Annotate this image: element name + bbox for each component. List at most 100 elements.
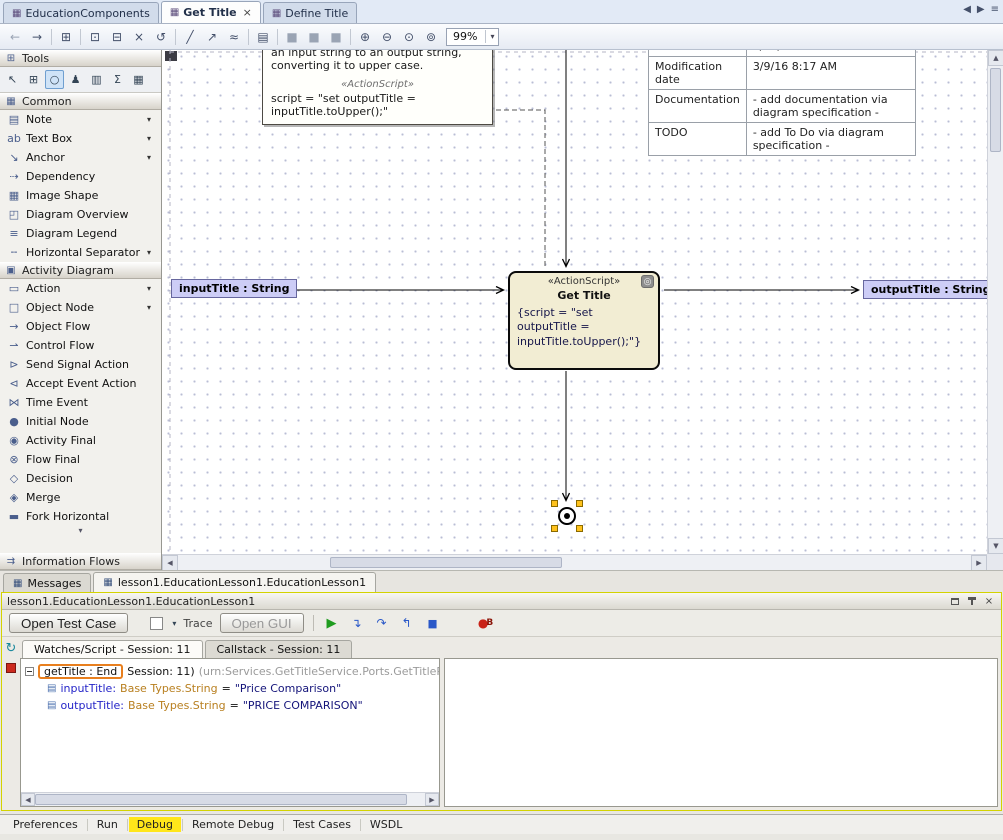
activity-final-node[interactable] [558,507,576,525]
documentation-note[interactable]: an input string to an output string, con… [262,50,493,125]
palette-item-control-flow[interactable]: ⇀Control Flow [0,336,161,355]
draw-arrow-icon[interactable]: ↗ [201,27,223,47]
dropdown-arrow-icon[interactable]: ▾ [147,153,157,162]
auto-refresh-icon[interactable]: ↻ [6,641,17,656]
tab-educationcomponents[interactable]: ▦ EducationComponents [3,2,159,23]
palette-section-tools[interactable]: ⊞ Tools [0,50,161,67]
tab-watches-script[interactable]: Watches/Script - Session: 11 [22,640,203,658]
canvas-horizontal-scrollbar[interactable]: ◀ ▶ [162,554,987,570]
scroll-right-icon[interactable]: ▶ [971,555,987,571]
palette-item-time-event[interactable]: ⋈Time Event [0,393,161,412]
palette-item-accept-event-action[interactable]: ⊲Accept Event Action [0,374,161,393]
dependency-matrix-icon[interactable]: ▤ [252,27,274,47]
palette-item-merge[interactable]: ◈Merge [0,488,161,507]
select-tool[interactable]: ↖ [3,70,22,89]
trace-checkbox[interactable] [150,617,163,630]
palette-item-decision[interactable]: ◇Decision [0,469,161,488]
diagram-canvas[interactable]: an input string to an output string, con… [162,50,987,554]
open-test-case-button[interactable]: Open Test Case [9,613,128,633]
back-icon[interactable]: ← [4,27,26,47]
draw-line-icon[interactable]: ╱ [179,27,201,47]
dropdown-arrow-icon[interactable]: ▾ [147,134,157,143]
statusbar-item-remote-debug[interactable]: Remote Debug [184,817,282,832]
watch-row-outputtitle[interactable]: ▤ outputTitle: Base Types.String = "PRIC… [25,697,435,714]
scroll-tabs-left-icon[interactable]: ◀ [963,4,971,15]
palette-item-activity-final[interactable]: ◉Activity Final [0,431,161,450]
copy-icon[interactable]: ⊡ [84,27,106,47]
scroll-right-icon[interactable]: ▶ [425,793,439,806]
palette-item-fork-horizontal[interactable]: ▬Fork Horizontal [0,507,161,526]
containment-tree-icon[interactable]: ⊞ [55,27,77,47]
palette-item-horizontal-separator[interactable]: ╌Horizontal Separator▾ [0,243,161,262]
palette-item-note[interactable]: ▤Note▾ [0,110,161,129]
statusbar-item-run[interactable]: Run [89,817,126,832]
palette-item-anchor[interactable]: ↘Anchor▾ [0,148,161,167]
canvas-vertical-scrollbar[interactable]: ▲ ▼ [987,50,1003,554]
scroll-tabs-right-icon[interactable]: ▶ [977,4,985,15]
action-node-get-title[interactable]: «ActionScript» ◎ Get Title {script = "se… [508,271,660,370]
output-pin-node[interactable]: outputTitle : String [863,280,987,299]
palette-section-information-flows[interactable]: ⇉ Information Flows [0,553,161,570]
tab-education-lesson[interactable]: ▦ lesson1.EducationLesson1.EducationLess… [93,572,376,592]
highlighted-watch-node[interactable]: getTitle : End [38,664,123,679]
palette-item-object-flow[interactable]: →Object Flow [0,317,161,336]
dropdown-arrow-icon[interactable]: ▾ [147,248,157,257]
watch-row-inputtitle[interactable]: ▤ inputTitle: Base Types.String = "Price… [25,680,435,697]
forward-icon[interactable]: → [26,27,48,47]
open-gui-button[interactable]: Open GUI [220,613,304,633]
dropdown-arrow-icon[interactable]: ▾ [147,284,157,293]
tab-callstack[interactable]: Callstack - Session: 11 [205,640,353,658]
scrollbar-thumb[interactable] [330,557,562,568]
note-anchor-line[interactable] [496,110,545,269]
scroll-down-icon[interactable]: ▼ [988,538,1003,554]
stop-debug-icon[interactable]: ●B [477,613,495,633]
palette-item-initial-node[interactable]: ●Initial Node [0,412,161,431]
step-out-icon[interactable]: ↰ [398,613,416,633]
palette-item-flow-final[interactable]: ⊗Flow Final [0,450,161,469]
palette-item-object-node[interactable]: □Object Node▾ [0,298,161,317]
draw-curve-icon[interactable]: ≈ [223,27,245,47]
zoom-out-icon[interactable]: ⊖ [376,27,398,47]
palette-item-diagram-overview[interactable]: ◰Diagram Overview [0,205,161,224]
pause-icon[interactable]: ▮▮ [423,613,441,633]
close-tab-icon[interactable]: × [243,6,252,19]
resume-icon[interactable]: ▶ [323,613,341,633]
selection-handle[interactable] [551,500,558,507]
statusbar-item-preferences[interactable]: Preferences [5,817,86,832]
chevron-down-icon[interactable]: ▾ [172,619,176,628]
palette-scroll-down-icon[interactable]: ▾ [0,526,161,536]
palette-item-action[interactable]: ▭Action▾ [0,279,161,298]
align-center-icon[interactable]: ■ [303,27,325,47]
palette-item-image-shape[interactable]: ▦Image Shape [0,186,161,205]
oval-tool[interactable]: ○ [45,70,64,89]
selection-handle[interactable] [551,525,558,532]
script-pane[interactable] [444,658,998,807]
watches-pane[interactable]: getTitle : End Session: 11) (urn:Service… [20,658,440,807]
selection-handle[interactable] [576,500,583,507]
diagram-info-table[interactable]: Creation date3/21/07 4:54 PM Modificatio… [648,50,916,156]
palette-section-common[interactable]: ▦ Common [0,93,161,110]
statusbar-item-wsdl[interactable]: WSDL [362,817,410,832]
actor-tool[interactable]: ♟ [66,70,85,89]
palette-item-diagram-legend[interactable]: ≡Diagram Legend [0,224,161,243]
scrollbar-thumb[interactable] [35,794,407,805]
zoom-in-icon[interactable]: ⊕ [354,27,376,47]
zoom-fit-icon[interactable]: ⊙ [398,27,420,47]
step-into-icon[interactable]: ↴ [348,613,366,633]
dock-title-bar[interactable]: lesson1.EducationLesson1.EducationLesson… [2,593,1001,610]
selection-handle[interactable] [576,525,583,532]
chevron-down-icon[interactable]: ▾ [485,30,496,43]
tab-get-title[interactable]: ▦ Get Title × [161,1,261,23]
tab-list-icon[interactable]: ≡ [991,4,999,15]
zoom-selection-icon[interactable]: ⊚ [420,27,442,47]
zoom-level-combo[interactable]: 99% ▾ [446,28,499,46]
terminate-icon[interactable] [6,663,16,673]
float-window-icon[interactable] [948,595,962,608]
sum-tool[interactable]: Σ [108,70,127,89]
statusbar-item-test-cases[interactable]: Test Cases [285,817,359,832]
watch-root-row[interactable]: getTitle : End Session: 11) (urn:Service… [25,663,435,680]
align-right-icon[interactable]: ■ [325,27,347,47]
undo-icon[interactable]: ↺ [150,27,172,47]
swimlane-tool[interactable]: ▥ [87,70,106,89]
scrollbar-thumb[interactable] [990,68,1001,152]
